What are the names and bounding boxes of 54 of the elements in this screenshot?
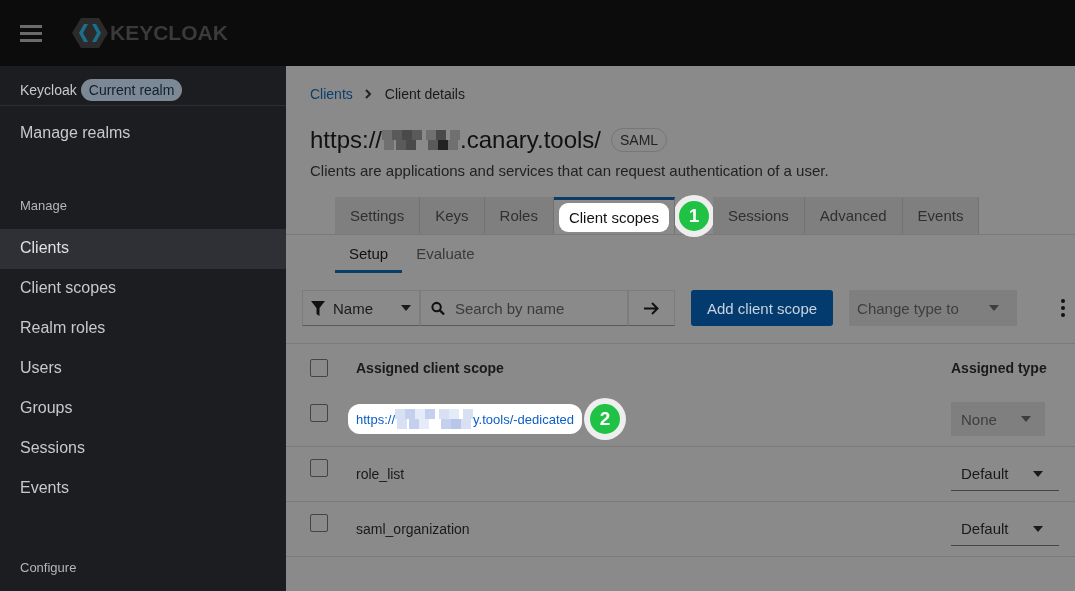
tab[interactable]: Sessions: [712, 197, 805, 234]
subtab[interactable]: Evaluate: [402, 235, 489, 273]
filter-dropdown[interactable]: Name: [302, 290, 420, 326]
row-checkbox[interactable]: [310, 514, 328, 532]
column-header: Assigned client scope: [355, 343, 950, 392]
search-submit-button[interactable]: [628, 290, 675, 326]
select-all-checkbox[interactable]: [310, 359, 328, 377]
tab[interactable]: Events: [902, 197, 980, 234]
filter-icon: [311, 300, 325, 316]
logo-icon: [72, 18, 108, 48]
row-checkbox[interactable]: [310, 404, 328, 422]
tab[interactable]: Advanced: [804, 197, 903, 234]
column-header: Assigned type: [950, 343, 1075, 392]
search-icon: [431, 300, 445, 316]
tab[interactable]: Keys: [420, 197, 485, 234]
client-url-suffix: .canary.tools/: [460, 126, 601, 154]
kebab-menu-icon[interactable]: [1061, 299, 1065, 317]
breadcrumb-current: Client details: [384, 86, 465, 102]
tab[interactable]: Client scopes: [553, 197, 675, 234]
current-realm-badge: Current realm: [80, 79, 183, 102]
client-scope-link[interactable]: https:// y.tools/-dedicated: [348, 404, 582, 434]
caret-icon: [1032, 525, 1043, 532]
menu-icon[interactable]: [20, 24, 42, 42]
subtab[interactable]: Setup: [335, 235, 403, 273]
nav-section-title: Manage: [19, 197, 68, 215]
row-checkbox[interactable]: [310, 459, 328, 477]
client-scope-name: role_list: [355, 446, 950, 502]
client-scope-name: saml_organization: [355, 501, 950, 557]
nav-section-title: Configure: [19, 559, 78, 577]
nav-item[interactable]: Clients: [0, 229, 286, 269]
caret-icon: [988, 305, 999, 311]
nav-item[interactable]: Sessions: [0, 429, 286, 469]
tab[interactable]: Settings: [335, 197, 421, 234]
breadcrumb-link[interactable]: Clients: [310, 86, 353, 102]
tab[interactable]: Roles: [484, 197, 554, 234]
assigned-type-dropdown[interactable]: Default: [951, 512, 1059, 546]
caret-icon: [1020, 416, 1031, 422]
change-type-dropdown[interactable]: Change type to: [849, 290, 1018, 326]
client-url-prefix: https://: [310, 126, 383, 154]
search-field[interactable]: Search by name: [420, 290, 628, 326]
arrow-right-icon: [644, 301, 659, 315]
realm-name: Keycloak: [20, 82, 77, 99]
caret-icon: [401, 305, 411, 311]
nav-item[interactable]: Realm roles: [0, 309, 286, 349]
nav-item[interactable]: Groups: [0, 389, 286, 429]
add-client-scope-button[interactable]: Add client scope: [691, 290, 834, 326]
caret-icon: [1032, 470, 1043, 477]
assigned-type-dropdown[interactable]: Default: [951, 457, 1059, 491]
search-input[interactable]: Search by name: [453, 298, 617, 318]
nav-item[interactable]: Users: [0, 349, 286, 389]
nav-item[interactable]: Events: [0, 469, 286, 509]
nav-item[interactable]: Client scopes: [0, 269, 286, 309]
page-description: Clients are applications and services that can request authentication of a user.: [310, 162, 830, 179]
manage-realms-link[interactable]: Manage realms: [0, 105, 286, 162]
